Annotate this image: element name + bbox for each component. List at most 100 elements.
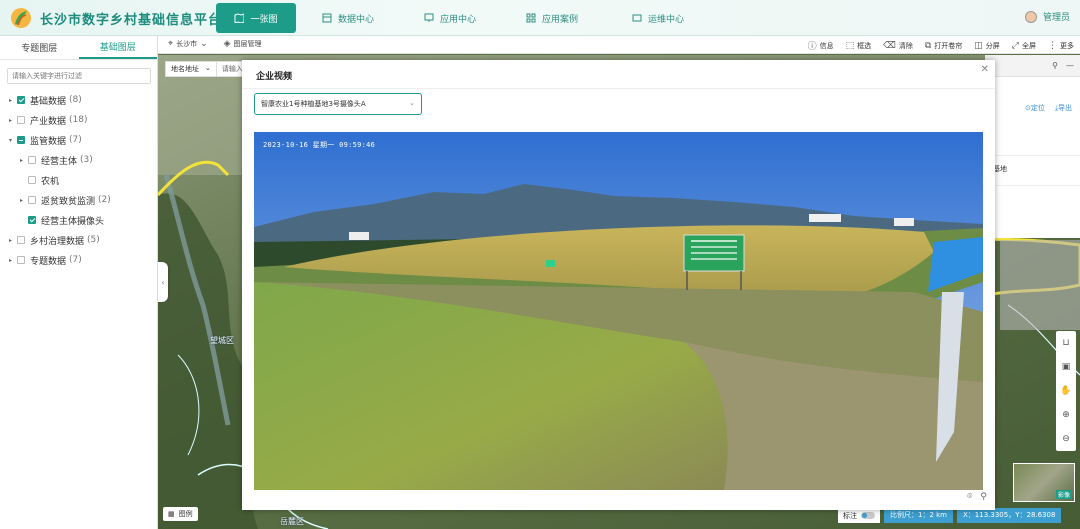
layer-count: (7) [69, 255, 82, 265]
nav-item-4[interactable]: 应用案例 [500, 3, 604, 33]
result-row[interactable]: 基地 [985, 155, 1080, 182]
swipe-icon: ⧉ [924, 40, 932, 51]
layer-tree-item[interactable]: 经营主体摄像头 [0, 210, 157, 230]
toolbar-button-1[interactable]: ⓘ 信息 [808, 39, 834, 53]
layer-tree-item[interactable]: ▸ 经营主体 (3) [0, 150, 157, 170]
legend-icon: ▦ [168, 510, 175, 518]
expand-caret-icon[interactable]: ▸ [6, 257, 15, 264]
city-selector[interactable]: ⌖ 长沙市 ⌄ [168, 39, 208, 49]
basemap-label: 影像 [1055, 490, 1072, 499]
expand-caret-icon[interactable]: ▸ [17, 157, 26, 164]
layer-panel: 专题图层 基础图层 ▸ 基础数据(8) ▸产业数据(18)▾监管数据(7) ▸ 经营主体… [0, 36, 158, 529]
video-timestamp: 2023-10-16 星期一 09:59:46 [263, 141, 376, 149]
layer-label: 农机 [41, 176, 60, 187]
layer-tree-item[interactable]: ▸ 专题数据 (7) [0, 250, 157, 270]
minimize-icon[interactable]: — [1066, 61, 1074, 70]
map-toolbar: ⌖ 长沙市 ⌄ ◈ 图层管理 ⓘ 信息 ⬚ 框选 ⌫ 清除 ⧉ 打开卷帘 ◫ 分屏 ⤢ 全屏 ⋮ 更多 [158, 36, 1080, 54]
layer-checkbox[interactable] [28, 196, 36, 204]
zoom-in-icon[interactable]: ⊕ [1062, 410, 1070, 420]
coordinate-readout: X：113.3305，Y：28.6308 [957, 508, 1062, 523]
nav-item-5[interactable]: 运维中心 [604, 3, 712, 33]
nav-item-3[interactable]: 应用中心 [400, 3, 500, 33]
expand-caret-icon[interactable]: ▸ [6, 237, 15, 244]
layer-tree-item[interactable]: ▸ 乡村治理数据 (5) [0, 230, 157, 250]
camera-select[interactable]: 智康农业1号种植基地3号摄像头A ⌄ [254, 93, 422, 115]
toolbar-button-6[interactable]: ⤢ 全屏 [1012, 39, 1036, 52]
layer-search-input[interactable] [7, 68, 151, 84]
layer-tree-item[interactable]: ▾ 监管数据 (7) [0, 130, 157, 150]
expand-caret-icon[interactable]: ▾ [6, 137, 15, 144]
dialog-title: 企业视频 [256, 72, 293, 82]
person-icon[interactable]: ⚲ [980, 492, 987, 502]
layers-icon: ◈ [223, 39, 231, 49]
nav-item-1[interactable]: 一张图 [216, 3, 296, 33]
legend-button[interactable]: ▦ 图例 [163, 507, 198, 521]
basket-icon[interactable]: ⊔ [1062, 338, 1069, 348]
layer-checkbox[interactable] [17, 96, 25, 104]
basemap-switcher[interactable]: 影像 [1013, 463, 1075, 502]
layer-checkbox[interactable] [17, 116, 25, 124]
pin-icon[interactable]: ⚲ [1052, 61, 1058, 70]
video-frame [254, 132, 983, 490]
layer-checkbox[interactable] [17, 236, 25, 244]
expand-caret-icon[interactable]: ▸ [17, 197, 26, 204]
camera-video-feed[interactable]: 2023-10-16 星期一 09:59:46 [254, 132, 983, 490]
monitor-icon [424, 13, 434, 22]
layer-checkbox[interactable] [28, 176, 36, 184]
grid-icon [526, 13, 536, 23]
map-icon [234, 13, 245, 23]
fullscreen-icon: ⤢ [1011, 40, 1019, 51]
layer-label: 经营主体摄像头 [41, 216, 105, 227]
layer-management-button[interactable]: ◈ 图层管理 [224, 39, 262, 49]
layer-label: 基础数据 [30, 96, 67, 107]
toolbar-button-label: 框选 [857, 41, 872, 50]
layer-tree-item[interactable]: ▸ 基础数据 (8) [0, 90, 157, 110]
toolbar-button-4[interactable]: ⧉ 打开卷帘 [925, 39, 962, 52]
chevron-down-icon: ⌄ [409, 99, 415, 107]
expand-caret-icon[interactable]: ▸ [6, 97, 15, 104]
layer-checkbox[interactable] [17, 256, 25, 264]
expand-caret-icon[interactable]: ▸ [6, 117, 15, 124]
nav-item-2[interactable]: 数据中心 [296, 3, 400, 33]
toolbar-button-7[interactable]: ⋮ 更多 [1048, 39, 1074, 52]
location-pin-icon: ⌖ [168, 39, 174, 49]
locate-button[interactable]: ⊙定位 [1025, 103, 1045, 113]
nav-label: 运维中心 [647, 14, 684, 25]
toolbar-button-2[interactable]: ⬚ 框选 [846, 39, 872, 52]
divider [242, 88, 995, 89]
pan-hand-icon[interactable]: ✋ [1060, 386, 1071, 396]
export-button[interactable]: ⤓导出 [1055, 103, 1072, 113]
tab-base-layers[interactable]: 基础图层 [78, 36, 157, 59]
user-avatar-icon [1024, 10, 1037, 23]
toolbar-button-label: 清除 [898, 41, 913, 50]
toolbar-button-5[interactable]: ◫ 分屏 [974, 39, 1000, 52]
layer-tree-item[interactable]: 农机 [0, 170, 157, 190]
user-menu[interactable]: 管理员 [1024, 10, 1070, 23]
result-row[interactable] [985, 185, 1080, 209]
layer-tree: ▸ 基础数据 (8) ▸ 产业数据 (18) ▾ 监管数据 (7) ▸ 经营主体 (3) 农机 ▸ 返贫致贫… [0, 90, 157, 270]
main-nav: 一张图 数据中心 应用中心 应用案例 运维中心 [216, 3, 712, 33]
snapshot-camera-icon[interactable]: ⌾ [967, 492, 972, 502]
layer-label: 经营主体 [41, 156, 78, 167]
layer-tree-item[interactable]: ▸ 返贫致贫监测 (2) [0, 190, 157, 210]
top-header: 长沙市数字乡村基础信息平台 一张图 数据中心 应用中心 应用案例 运维中心 管理员 [0, 0, 1080, 36]
zoom-out-icon[interactable]: ⊖ [1062, 434, 1070, 444]
close-icon[interactable]: ✕ [981, 64, 989, 75]
chevron-down-icon: ⌄ [200, 39, 208, 49]
legend-label: 图例 [178, 510, 193, 518]
layer-label: 乡村治理数据 [30, 236, 85, 247]
label-toggle[interactable]: 标注 [838, 508, 880, 523]
user-name: 管理员 [1042, 13, 1070, 23]
camera-frame-icon[interactable]: ▣ [1062, 362, 1071, 372]
tab-thematic-layers[interactable]: 专题图层 [0, 36, 79, 59]
toolbar-button-3[interactable]: ⌫ 清除 [883, 39, 913, 52]
collapse-panel-handle[interactable]: ‹ [158, 262, 168, 302]
box-select-icon: ⬚ [845, 40, 855, 51]
layer-checkbox[interactable] [28, 216, 36, 224]
layer-count: (8) [69, 95, 82, 105]
layer-checkbox[interactable] [28, 156, 36, 164]
layer-checkbox[interactable] [17, 136, 25, 144]
layer-tree-item[interactable]: ▸ 产业数据 (18) [0, 110, 157, 130]
toolbar-button-label: 打开卷帘 [934, 41, 963, 50]
address-type-select[interactable]: 地名地址 ⌄ [166, 62, 217, 76]
